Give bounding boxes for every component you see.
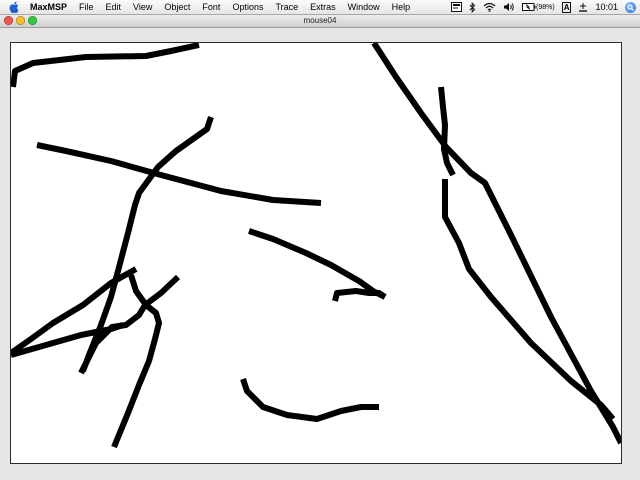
stroke-bottom-arc	[240, 378, 379, 422]
menu-view[interactable]: View	[127, 0, 158, 14]
volume-icon[interactable]	[503, 0, 515, 14]
menu-file[interactable]: File	[73, 0, 100, 14]
script-menu-icon[interactable]	[451, 0, 462, 14]
menu-extras[interactable]: Extras	[304, 0, 342, 14]
wifi-icon[interactable]	[483, 0, 496, 14]
stroke-middle-hook	[332, 288, 387, 302]
stroke-top-left	[11, 43, 200, 88]
stroke-long-horizontal	[36, 142, 322, 206]
apple-icon[interactable]	[4, 1, 24, 13]
sync-icon[interactable]	[578, 0, 588, 14]
stroke-lower-left-diagonal	[11, 266, 138, 356]
window-content	[0, 28, 640, 480]
bluetooth-icon[interactable]	[469, 0, 476, 14]
stroke-middle-arc	[248, 228, 387, 300]
menu-options[interactable]: Options	[226, 0, 269, 14]
patcher-window: mouse04	[0, 15, 640, 480]
menu-edit[interactable]: Edit	[100, 0, 128, 14]
menu-font[interactable]: Font	[196, 0, 226, 14]
window-title: mouse04	[303, 16, 337, 25]
menu-clock[interactable]: 10:01	[595, 2, 618, 12]
window-title-bar[interactable]: mouse04	[0, 15, 640, 28]
drawing-canvas[interactable]	[10, 42, 622, 464]
stroke-right-vertical	[438, 86, 456, 177]
drawing-strokes	[11, 43, 621, 449]
menu-window[interactable]: Window	[342, 0, 386, 14]
menu-trace[interactable]: Trace	[269, 0, 304, 14]
battery-percentage: (98%)	[536, 3, 555, 11]
menu-object[interactable]: Object	[158, 0, 196, 14]
menu-extras-area: (98%) A 10:01	[451, 0, 640, 14]
menu-app-name[interactable]: MaxMSP	[24, 0, 73, 14]
menu-help[interactable]: Help	[386, 0, 417, 14]
input-menu-label: A	[561, 1, 572, 13]
spotlight-icon[interactable]	[625, 1, 636, 13]
stroke-long-right-diagonal	[371, 43, 621, 445]
input-menu-icon[interactable]: A	[561, 0, 572, 14]
battery-icon[interactable]: (98%)	[522, 0, 555, 14]
menu-bar: MaxMSP File Edit View Object Font Option…	[0, 0, 640, 15]
